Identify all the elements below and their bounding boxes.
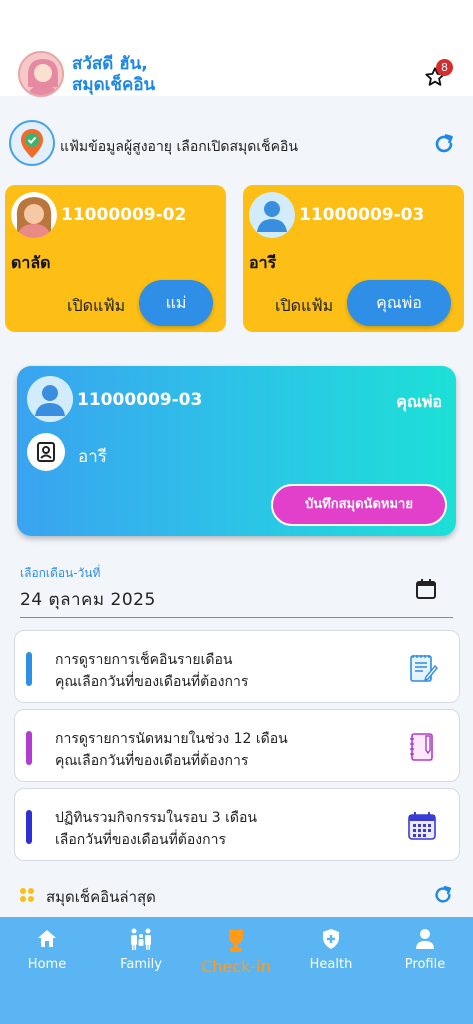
relation-button[interactable]: คุณพ่อ (347, 280, 451, 326)
elder-card-2[interactable]: 11000009-03 อารี เปิดแฟ้ม คุณพ่อ (243, 185, 464, 332)
accent-bar (26, 652, 32, 686)
greeting-line1: สวัสดี ฮัน, (72, 54, 148, 74)
calendar-grid-icon (408, 812, 436, 840)
activity-calendar-option[interactable]: ปฏิทินรวมกิจกรรมในรอบ 3 เดือน เลือกวันที… (14, 788, 460, 861)
nav-label: Home (27, 957, 67, 972)
bottom-nav: Home Family Check-in Health Profile (0, 917, 473, 1024)
home-icon (38, 930, 56, 947)
app-header: สวัสดี ฮัน, สมุดเช็คอิน 8 (0, 0, 473, 97)
dots-grid-icon (20, 888, 34, 902)
nav-family[interactable]: Family (94, 927, 188, 987)
nav-label: Check-in (201, 957, 271, 976)
option-subtitle: คุณเลือกวันที่ของเดือนที่ต้องการ (55, 753, 249, 769)
greeting: สวัสดี ฮัน, สมุดเช็คอิน (72, 54, 155, 96)
open-file-label[interactable]: เปิดแฟ้ม (67, 294, 125, 319)
monthly-checkin-option[interactable]: การดูรายการเช็คอินรายเดือน คุณเลือกวันที… (14, 630, 460, 703)
latest-checkin-title: สมุดเช็คอินล่าสุด (46, 888, 156, 906)
elder-avatar-female (11, 192, 57, 238)
option-subtitle: คุณเลือกวันที่ของเดือนที่ต้องการ (55, 674, 249, 690)
location-check-icon (9, 120, 55, 166)
user-avatar[interactable] (18, 51, 64, 97)
accent-bar (26, 731, 32, 765)
elder-card-1[interactable]: 11000009-02 ดาลัด เปิดแฟ้ม แม่ (5, 185, 226, 332)
option-title: การดูรายการนัดหมายในช่วง 12 เดือน (55, 731, 288, 747)
notepad-icon (410, 655, 438, 682)
trophy-icon (229, 930, 243, 952)
appointments-12-month-option[interactable]: การดูรายการนัดหมายในช่วง 12 เดือน คุณเลื… (14, 709, 460, 782)
calendar-icon[interactable] (414, 577, 438, 601)
open-file-label[interactable]: เปิดแฟ้ม (275, 294, 333, 319)
greeting-line2: สมุดเช็คอิน (72, 75, 156, 95)
date-underline (20, 617, 453, 618)
nav-label: Health (309, 957, 353, 972)
nav-home[interactable]: Home (0, 927, 94, 987)
date-picker-value[interactable]: 24 ตุลาคม 2025 (20, 586, 156, 613)
elder-section-header: แฟ้มข้อมูลผู้สูงอายุ เลือกเปิดสมุดเช็คอิ… (0, 118, 473, 170)
family-icon (131, 928, 151, 950)
elder-avatar-default (249, 192, 295, 238)
selected-elder-card: 11000009-03 คุณพ่อ อารี บันทึกสมุดนัดหมา… (17, 366, 456, 536)
selected-elder-relation: คุณพ่อ (396, 392, 442, 411)
person-icon (416, 929, 434, 949)
id-card-icon (27, 433, 65, 471)
accent-bar (26, 810, 32, 844)
nav-label: Family (120, 957, 162, 972)
relation-button[interactable]: แม่ (139, 280, 213, 326)
option-title: ปฏิทินรวมกิจกรรมในรอบ 3 เดือน (55, 810, 258, 826)
selected-elder-code: 11000009-03 (77, 390, 203, 410)
elder-name: ดาลัด (11, 253, 51, 272)
nav-label: Profile (404, 957, 446, 972)
selected-elder-name: อารี (78, 447, 107, 467)
date-picker-label: เลือกเดือน-วันที่ (20, 566, 101, 580)
notification-badge: 8 (436, 59, 453, 76)
elder-code: 11000009-03 (299, 205, 425, 225)
option-title: การดูรายการเช็คอินรายเดือน (55, 652, 233, 668)
elder-name: อารี (249, 253, 277, 272)
option-subtitle: เลือกวันที่ของเดือนที่ต้องการ (55, 832, 227, 848)
refresh-icon[interactable] (432, 884, 454, 906)
notebook-icon (410, 733, 433, 761)
refresh-icon[interactable] (432, 132, 456, 156)
nav-checkin[interactable]: Check-in (189, 927, 283, 987)
elder-section-title: แฟ้มข้อมูลผู้สูงอายุ เลือกเปิดสมุดเช็คอิ… (60, 139, 298, 155)
elder-code: 11000009-02 (61, 205, 187, 225)
nav-profile[interactable]: Profile (378, 927, 472, 987)
nav-health[interactable]: Health (284, 927, 378, 987)
save-appointment-button[interactable]: บันทึกสมุดนัดหมาย (271, 484, 447, 526)
shield-plus-icon (323, 929, 339, 949)
elder-avatar-default (27, 376, 73, 422)
